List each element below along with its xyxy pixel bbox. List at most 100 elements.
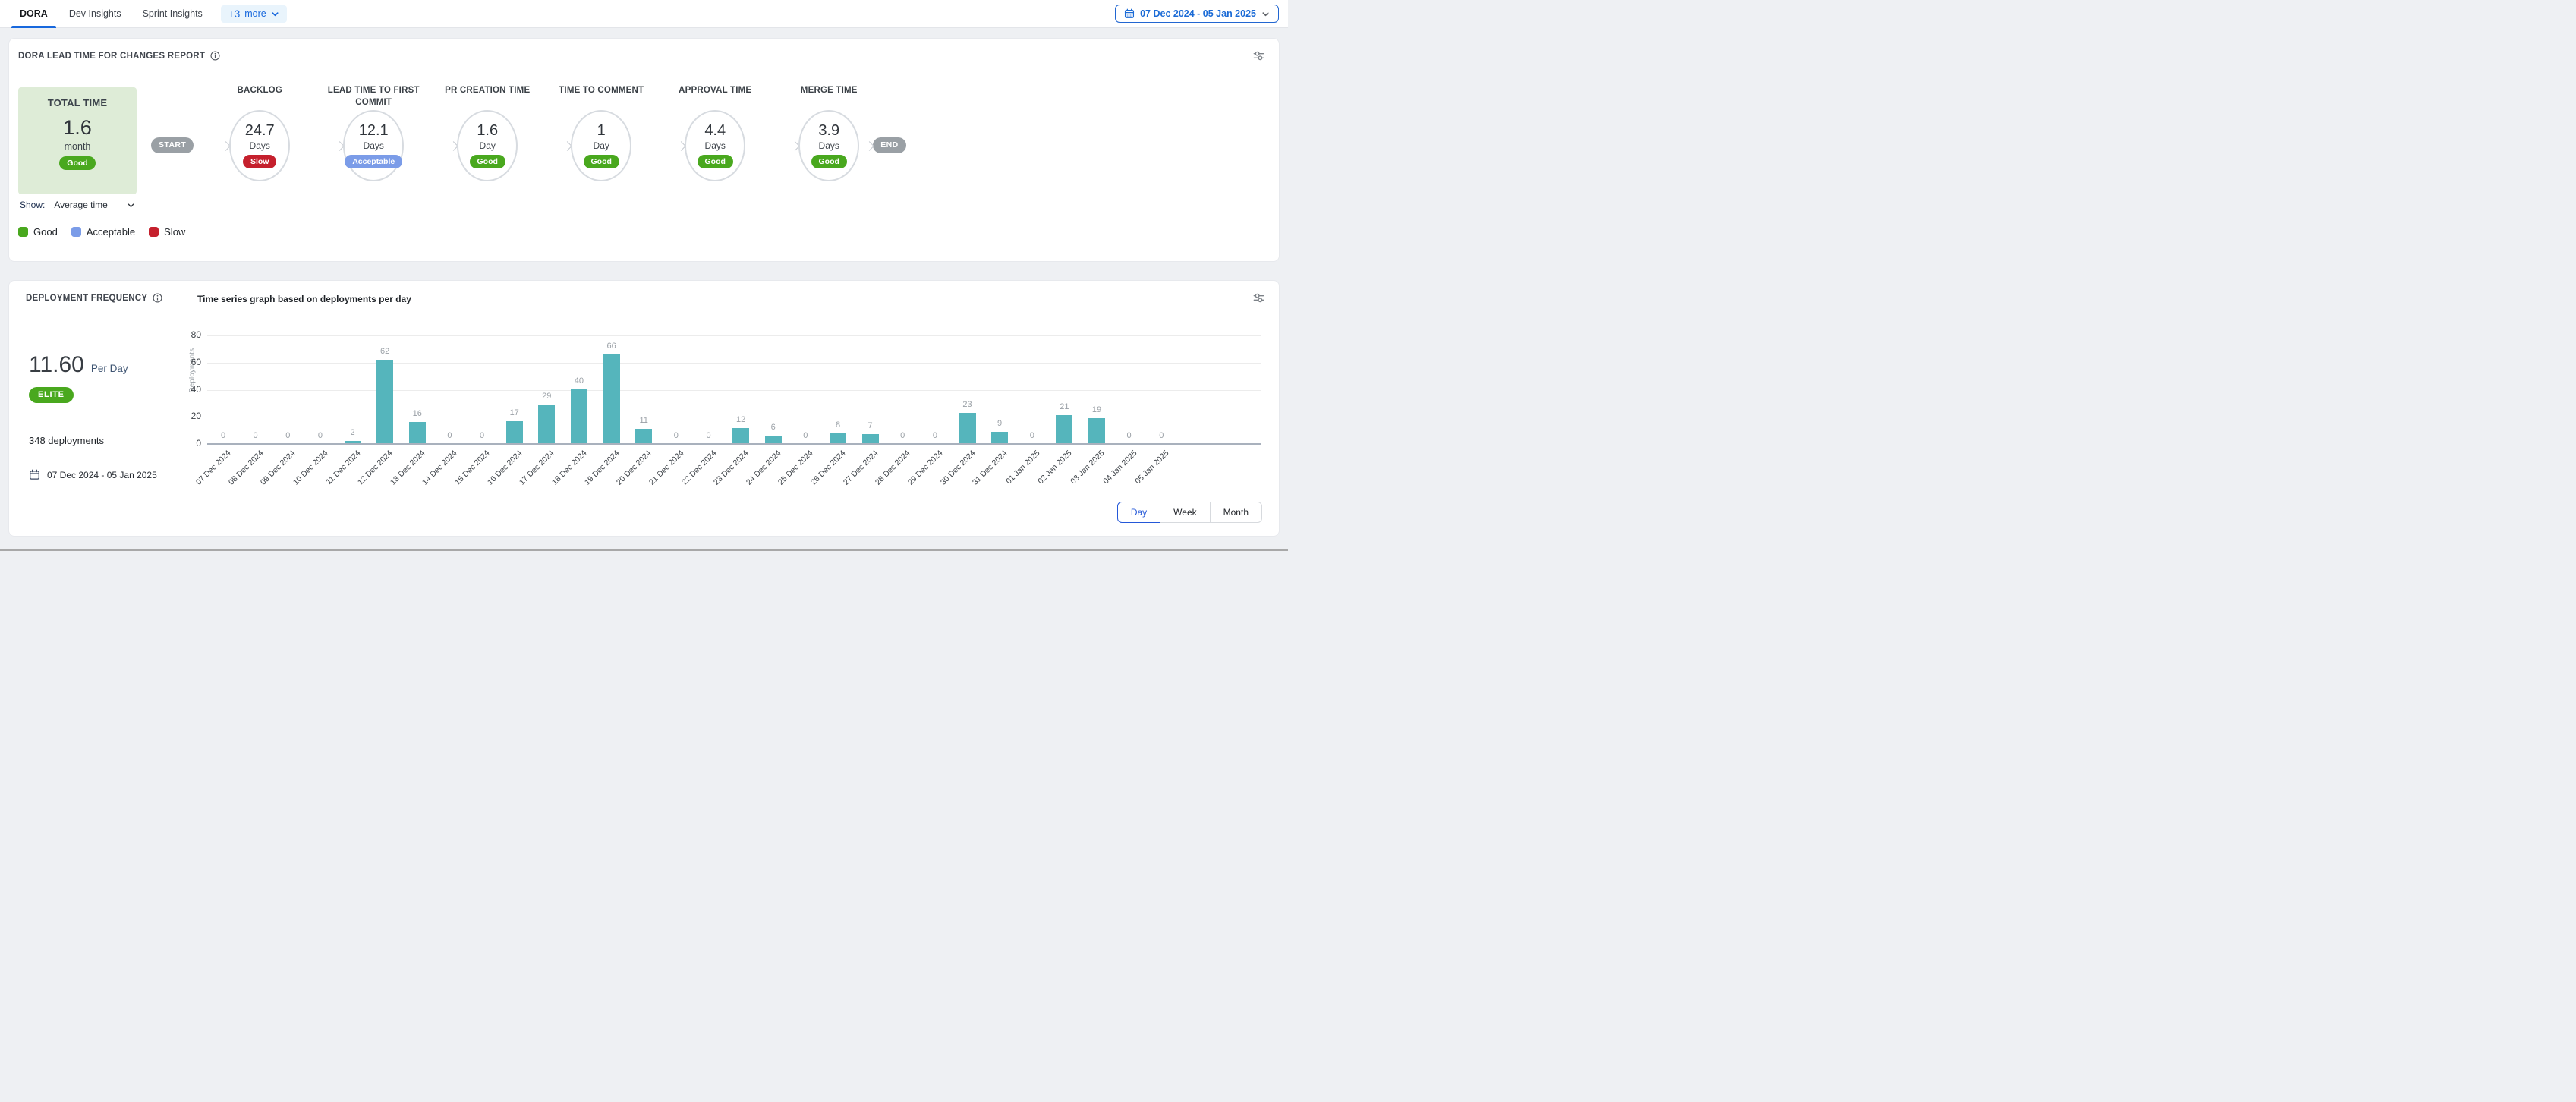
bar-value-label: 16	[405, 409, 430, 418]
bar-value-label: 8	[825, 420, 851, 430]
x-axis-label: 02 Jan 2025	[1037, 449, 1074, 486]
total-time-status-badge: Good	[59, 156, 95, 170]
deployment-bar	[571, 389, 587, 444]
bar-value-label: 23	[955, 400, 981, 409]
deployment-bar	[1056, 415, 1072, 444]
stage-status-badge: Acceptable	[345, 155, 402, 168]
stage-value: 3.9	[818, 123, 839, 138]
lead-time-settings-button[interactable]	[1252, 49, 1265, 62]
chevron-down-icon	[271, 10, 279, 18]
stage-unit: Days	[250, 140, 270, 151]
x-axis-line	[207, 443, 1261, 445]
stage-unit: Days	[705, 140, 726, 151]
x-axis-label: 04 Jan 2025	[1101, 449, 1138, 486]
legend-label: Good	[33, 226, 58, 238]
legend-swatch-acceptable	[71, 227, 81, 237]
tab-dora[interactable]: DORA	[9, 0, 58, 27]
deployment-bar	[1088, 418, 1105, 444]
tab-sprint-insights[interactable]: Sprint Insights	[132, 0, 213, 27]
sliders-icon	[1252, 52, 1265, 65]
y-axis-tick: 0	[169, 438, 201, 449]
stage-lead-time-to-first-commit: LEAD TIME TO FIRST COMMIT 12.1 Days Acce…	[343, 110, 404, 181]
stage-unit: Day	[594, 140, 609, 151]
stage-name: LEAD TIME TO FIRST COMMIT	[316, 84, 430, 109]
bar-value-label: 0	[243, 431, 269, 440]
more-tabs-dropdown[interactable]: +3 more	[221, 5, 287, 23]
lead-time-panel-title: DORA LEAD TIME FOR CHANGES REPORT	[18, 51, 220, 61]
granularity-month-button[interactable]: Month	[1210, 502, 1262, 523]
stage-value: 1	[597, 123, 606, 138]
deployment-bar	[376, 360, 393, 444]
stage-status-badge: Good	[698, 155, 733, 168]
total-time-column: TOTAL TIME 1.6 month Good Show: Average …	[18, 72, 137, 210]
stage-status-badge: Slow	[243, 155, 277, 168]
bar-value-label: 0	[275, 431, 301, 440]
deployment-bar	[409, 422, 426, 444]
top-navigation-bar: DORA Dev Insights Sprint Insights +3 mor…	[0, 0, 1288, 28]
bar-value-label: 0	[1019, 431, 1045, 440]
bar-value-label: 0	[792, 431, 818, 440]
bar-value-label: 66	[599, 342, 625, 351]
date-range-picker[interactable]: 07 Dec 2024 - 05 Jan 2025	[1115, 5, 1279, 23]
legend-label: Acceptable	[87, 226, 135, 238]
bar-value-label: 6	[761, 423, 786, 432]
stage-name: TIME TO COMMENT	[544, 84, 658, 96]
show-metric-dropdown[interactable]: Show: Average time	[18, 200, 137, 210]
x-axis-label: 05 Jan 2025	[1133, 449, 1170, 486]
stage-name: BACKLOG	[203, 84, 316, 96]
stage-name: PR CREATION TIME	[430, 84, 544, 96]
stage-circle: 24.7 Days Slow	[229, 110, 290, 181]
granularity-day-button[interactable]: Day	[1117, 502, 1160, 523]
panel-title-text: DORA LEAD TIME FOR CHANGES REPORT	[18, 52, 205, 61]
stage-unit: Days	[364, 140, 384, 151]
stage-circle: 1.6 Day Good	[457, 110, 518, 181]
bar-value-label: 0	[1148, 431, 1174, 440]
stage-approval-time: APPROVAL TIME 4.4 Days Good	[685, 110, 745, 181]
deployments-bar-chart: Deployments 020406080007 Dec 2024008 Dec…	[9, 281, 1279, 536]
stage-value: 4.4	[704, 123, 726, 138]
gridline	[207, 363, 1261, 364]
deployment-bar	[603, 354, 620, 444]
window-bottom-edge	[0, 549, 1288, 551]
bar-value-label: 0	[663, 431, 689, 440]
total-time-label: TOTAL TIME	[48, 97, 108, 109]
show-selected-value: Average time	[54, 200, 107, 210]
bar-value-label: 2	[340, 428, 366, 437]
stage-status-badge: Good	[811, 155, 847, 168]
stage-value: 12.1	[359, 123, 389, 138]
stage-status-badge: Good	[470, 155, 505, 168]
bar-value-label: 0	[469, 431, 495, 440]
deployment-bar	[506, 421, 523, 444]
deployment-bar	[830, 433, 846, 444]
deployment-bar	[732, 428, 749, 444]
bar-value-label: 0	[1116, 431, 1142, 440]
stage-circle: 12.1 Days Acceptable	[343, 110, 404, 181]
stage-unit: Day	[480, 140, 496, 151]
tab-label: Sprint Insights	[143, 8, 203, 19]
x-axis-label: 01 Jan 2025	[1004, 449, 1041, 486]
chevron-down-icon	[1261, 10, 1270, 18]
bar-value-label: 17	[502, 408, 527, 417]
stage-circle: 4.4 Days Good	[685, 110, 745, 181]
bar-value-label: 21	[1051, 402, 1077, 411]
y-axis-tick: 20	[169, 411, 201, 421]
bar-value-label: 7	[858, 421, 883, 430]
stage-circle: 3.9 Days Good	[798, 110, 859, 181]
gridline	[207, 390, 1261, 391]
deployment-bar	[959, 413, 976, 444]
chevron-down-icon	[127, 201, 135, 209]
y-axis-tick: 40	[169, 384, 201, 395]
lead-time-panel-header: DORA LEAD TIME FOR CHANGES REPORT	[9, 39, 1279, 61]
legend-label: Slow	[164, 226, 185, 238]
info-icon[interactable]	[210, 51, 220, 61]
bar-value-label: 29	[534, 392, 559, 401]
y-axis-tick: 80	[169, 329, 201, 340]
calendar-icon	[1124, 8, 1135, 19]
granularity-week-button[interactable]: Week	[1160, 502, 1210, 523]
lead-time-flow-diagram: START BACKLOG 24.7 Days Slow LEAD TIME T…	[151, 72, 906, 181]
stage-pr-creation-time: PR CREATION TIME 1.6 Day Good	[457, 110, 518, 181]
legend-item-slow: Slow	[149, 226, 185, 238]
tab-label: Dev Insights	[69, 8, 121, 19]
stage-unit: Days	[819, 140, 839, 151]
tab-dev-insights[interactable]: Dev Insights	[58, 0, 132, 27]
